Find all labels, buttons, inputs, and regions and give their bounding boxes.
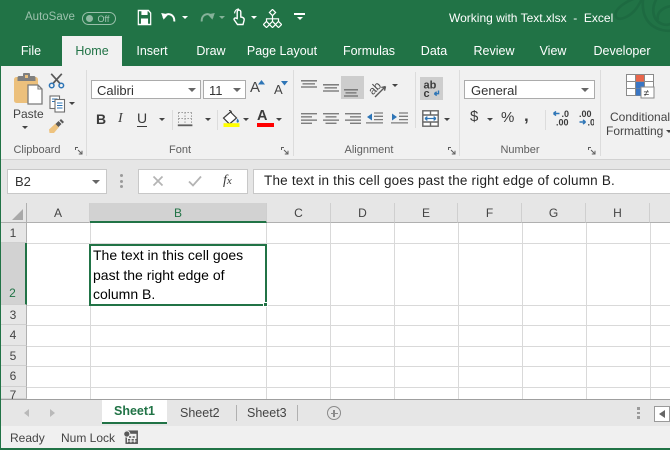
svg-text:ab: ab — [368, 80, 384, 98]
svg-text:c: c — [424, 88, 430, 98]
svg-text:≠: ≠ — [644, 89, 650, 100]
svg-text:.0: .0 — [588, 118, 595, 128]
svg-text:.00: .00 — [556, 118, 569, 128]
